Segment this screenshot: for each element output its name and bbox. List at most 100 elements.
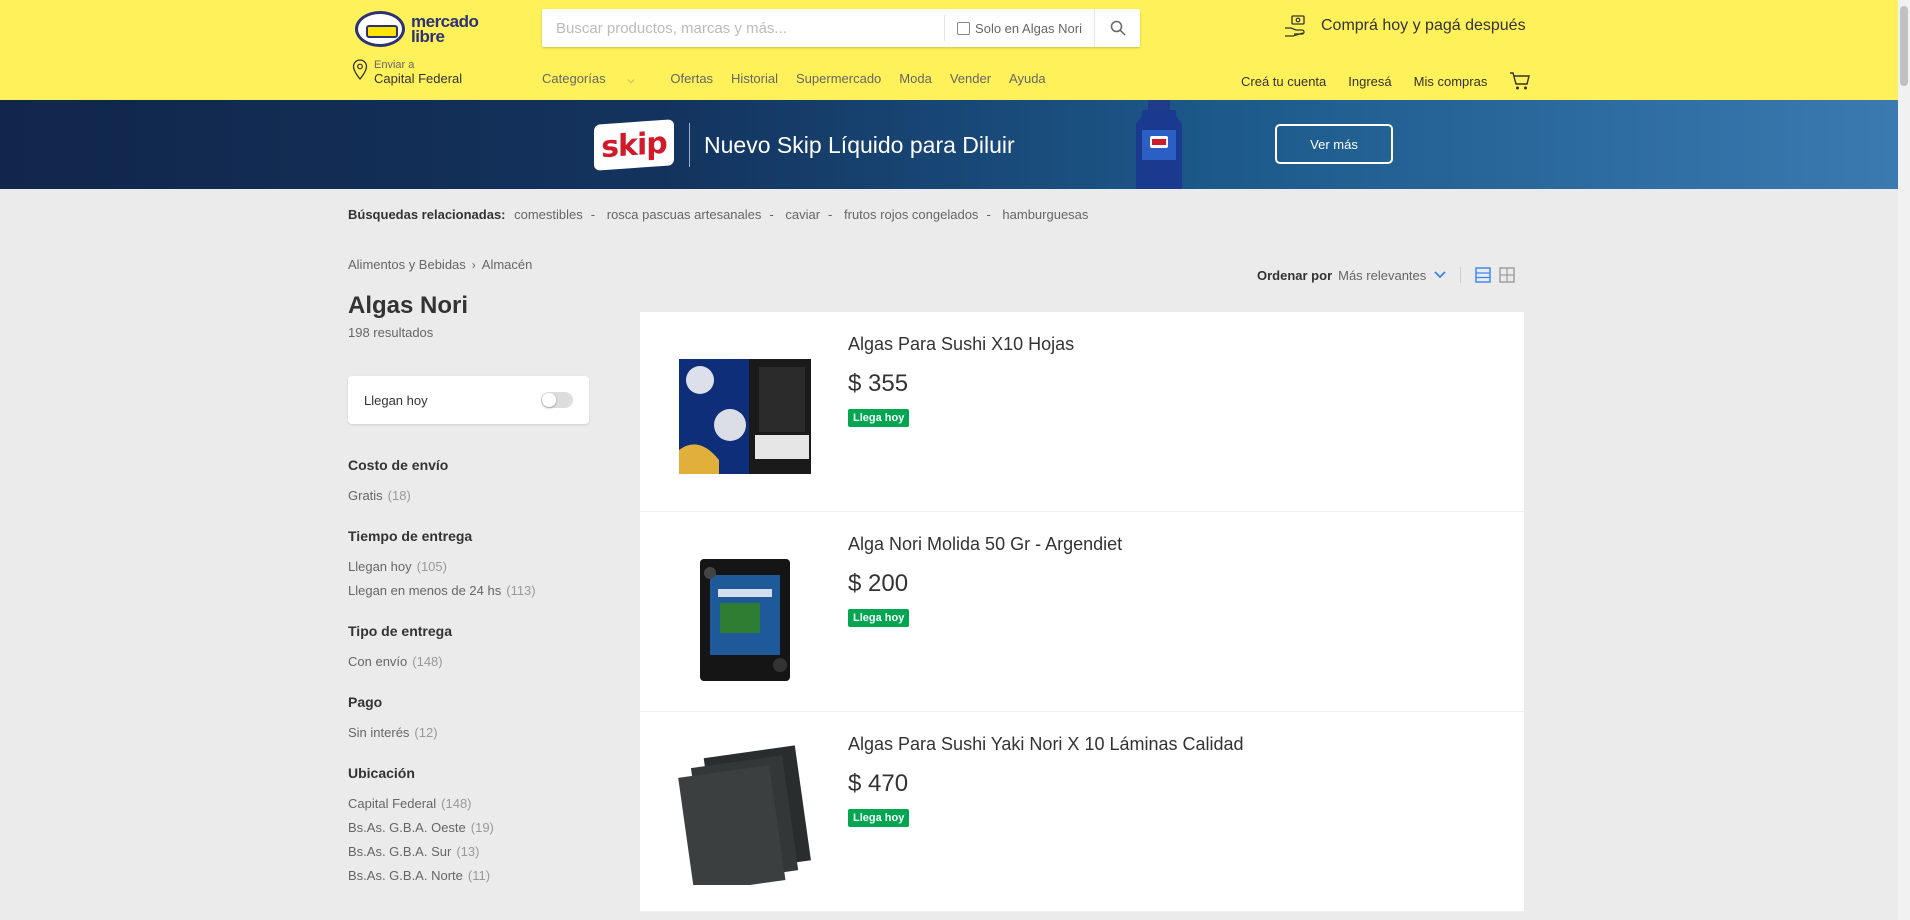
related-link[interactable]: hamburguesas: [1002, 207, 1088, 222]
nav-supermercado[interactable]: Supermercado: [796, 71, 881, 86]
result-item[interactable]: Alga Nori Molida 50 Gr - Argendiet $ 200…: [640, 512, 1524, 712]
promo-link[interactable]: Comprá hoy y pagá después: [1283, 14, 1526, 38]
promo-banner[interactable]: skip Nuevo Skip Líquido para Diluir Ver …: [0, 100, 1898, 189]
filter-item[interactable]: Con envío (148): [348, 650, 608, 674]
today-delivery-toggle[interactable]: Llegan hoy: [348, 376, 589, 424]
toggle-switch[interactable]: [541, 392, 573, 408]
search-bar: Solo en Algas Nori: [542, 9, 1140, 47]
nav-categorias-label: Categorías: [542, 71, 606, 86]
scrollbar[interactable]: [1898, 0, 1910, 920]
location-value: Capital Federal: [374, 71, 463, 86]
delivery-badge: Llega hoy: [848, 409, 910, 427]
hand-money-icon: [1285, 15, 1305, 37]
sort-label: Ordenar por: [1257, 267, 1333, 283]
product-image: [700, 558, 790, 681]
filter-title: Ubicación: [348, 765, 415, 781]
promo-text: Comprá hoy y pagá después: [1321, 17, 1526, 34]
filter-item[interactable]: Llegan en menos de 24 hs (113): [348, 579, 608, 603]
search-input[interactable]: [542, 9, 945, 47]
filter-item-qty: (12): [414, 725, 438, 740]
nav-vender[interactable]: Vender: [950, 71, 991, 86]
breadcrumb-item[interactable]: Almacén: [482, 257, 533, 272]
mercadolibre-logo[interactable]: mercado libre: [355, 10, 495, 48]
location-selector[interactable]: Enviar a Capital Federal: [352, 59, 462, 86]
scrollbar-thumb[interactable]: [1900, 6, 1908, 86]
filter-item-label: Bs.As. G.B.A. Oeste: [348, 820, 466, 835]
nav-ayuda[interactable]: Ayuda: [1009, 71, 1046, 86]
filter-item-qty: (18): [387, 488, 411, 503]
search-only-filter[interactable]: Solo en Algas Nori: [944, 15, 1094, 41]
filter-title: Tiempo de entrega: [348, 528, 473, 544]
filter-item[interactable]: Llegan hoy (105): [348, 555, 608, 579]
filter-group: Tipo de entrega Con envío (148): [348, 623, 608, 674]
product-image[interactable]: [670, 744, 820, 885]
search-only-checkbox[interactable]: [957, 21, 971, 35]
nav-categorias[interactable]: Categorías ⌵: [542, 71, 652, 86]
skip-logo: skip: [594, 119, 674, 171]
filter-item-label: Con envío: [348, 654, 408, 669]
nav-moda[interactable]: Moda: [899, 71, 932, 86]
filter-title: Pago: [348, 694, 383, 710]
list-view-icon[interactable]: [1475, 267, 1491, 283]
delivery-badge: Llega hoy: [848, 609, 910, 627]
related-link[interactable]: rosca pascuas artesanales: [607, 207, 762, 222]
filter-item-label: Bs.As. G.B.A. Norte: [348, 868, 463, 883]
result-item[interactable]: Algas Para Sushi Yaki Nori X 10 Láminas …: [640, 712, 1524, 912]
result-count: 198 resultados: [348, 325, 434, 340]
filter-item[interactable]: Capital Federal (148): [348, 792, 608, 816]
product-image[interactable]: [670, 547, 820, 682]
filter-group: Costo de envío Gratis (18): [348, 457, 608, 508]
my-purchases-link[interactable]: Mis compras: [1414, 74, 1488, 89]
sort-bar: Ordenar por Más relevantes: [1257, 267, 1523, 283]
handshake-icon: [355, 11, 405, 47]
filter-item-qty: (19): [470, 820, 494, 835]
filter-item-qty: (13): [456, 844, 480, 859]
product-title[interactable]: Alga Nori Molida 50 Gr - Argendiet: [848, 534, 1122, 555]
result-item[interactable]: Algas Para Sushi X10 Hojas $ 355 Llega h…: [640, 312, 1524, 512]
user-nav: Creá tu cuenta Ingresá Mis compras: [1241, 71, 1531, 91]
filter-title: Costo de envío: [348, 457, 449, 473]
sort-dropdown[interactable]: Más relevantes: [1338, 268, 1426, 283]
filter-item-qty: (11): [467, 868, 491, 883]
filter-group: Ubicación Capital Federal (148) Bs.As. G.…: [348, 765, 608, 888]
delivery-badge: Llega hoy: [848, 809, 910, 827]
banner-button[interactable]: Ver más: [1275, 124, 1393, 164]
related-link[interactable]: comestibles: [514, 207, 583, 222]
filter-item-qty: (148): [441, 796, 472, 811]
location-label: Enviar a: [374, 59, 415, 71]
product-image[interactable]: [670, 347, 820, 482]
banner-divider: [689, 123, 690, 167]
breadcrumb-item[interactable]: Alimentos y Bebidas: [348, 257, 466, 272]
nav-historial[interactable]: Historial: [731, 71, 778, 86]
product-title[interactable]: Algas Para Sushi X10 Hojas: [848, 334, 1074, 355]
filter-item[interactable]: Bs.As. G.B.A. Oeste (19): [348, 816, 608, 840]
chevron-down-icon: ⌵: [627, 75, 635, 85]
filter-item[interactable]: Gratis (18): [348, 484, 608, 508]
filter-item[interactable]: Bs.As. G.B.A. Norte (11): [348, 864, 608, 888]
product-title[interactable]: Algas Para Sushi Yaki Nori X 10 Láminas …: [848, 734, 1244, 755]
nav-ofertas[interactable]: Ofertas: [670, 71, 713, 86]
cart-icon[interactable]: [1509, 71, 1531, 91]
logo-text: mercado libre: [411, 13, 479, 46]
filter-item[interactable]: Sin interés (12): [348, 721, 608, 745]
filter-item-label: Llegan hoy: [348, 559, 412, 574]
product-price: $ 200: [848, 570, 909, 597]
grid-view-icon[interactable]: [1499, 267, 1515, 283]
chevron-down-icon[interactable]: [1434, 271, 1446, 279]
main-nav: Categorías ⌵ Ofertas Historial Supermerca…: [542, 71, 1064, 86]
related-link[interactable]: frutos rojos congelados: [844, 207, 978, 222]
filter-item[interactable]: Bs.As. G.B.A. Sur (13): [348, 840, 608, 864]
product-price: $ 470: [848, 770, 909, 797]
skip-logo-text: skip: [601, 125, 667, 165]
create-account-link[interactable]: Creá tu cuenta: [1241, 74, 1326, 89]
related-link[interactable]: caviar: [785, 207, 820, 222]
filter-item-qty: (113): [506, 583, 536, 598]
product-image: [678, 744, 811, 885]
login-link[interactable]: Ingresá: [1348, 74, 1391, 89]
logo-line2: libre: [411, 27, 445, 46]
search-only-label: Solo en Algas Nori: [975, 20, 1082, 36]
breadcrumb: Alimentos y Bebidas › Almacén: [348, 257, 532, 272]
filter-item-label: Sin interés: [348, 725, 410, 740]
filter-item-label: Capital Federal: [348, 796, 437, 811]
search-button[interactable]: [1094, 9, 1140, 47]
